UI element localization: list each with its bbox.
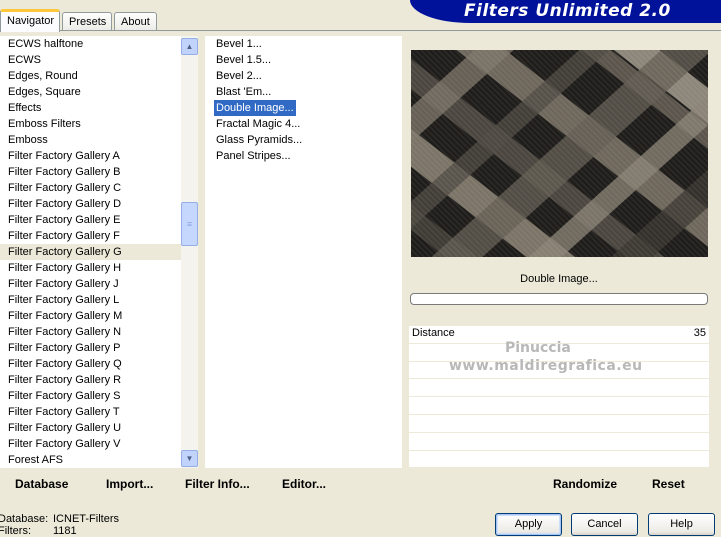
category-item[interactable]: Filter Factory Gallery Q bbox=[0, 356, 181, 372]
filter-item[interactable]: Panel Stripes... bbox=[214, 148, 293, 164]
category-item[interactable]: Filter Factory Gallery F bbox=[0, 228, 181, 244]
status-filters-label: Filters: bbox=[0, 525, 31, 537]
category-item[interactable]: Filter Factory Gallery A bbox=[0, 148, 181, 164]
category-item[interactable]: Emboss bbox=[0, 132, 181, 148]
category-item[interactable]: ECWS halftone bbox=[0, 36, 181, 52]
tab-presets[interactable]: Presets bbox=[62, 12, 112, 31]
filter-row: Glass Pyramids... bbox=[205, 132, 402, 148]
filter-item[interactable]: Bevel 1.5... bbox=[214, 52, 273, 68]
category-item[interactable]: Filter Factory Gallery B bbox=[0, 164, 181, 180]
category-item[interactable]: Forest AFS bbox=[0, 452, 181, 468]
watermark-name: Pinuccia bbox=[505, 340, 571, 356]
param-row-empty bbox=[409, 431, 709, 450]
category-list[interactable]: ECWS halftone ECWS Edges, Round Edges, Squa… bbox=[0, 36, 181, 468]
cancel-button[interactable]: Cancel bbox=[571, 513, 638, 536]
filter-item[interactable]: Glass Pyramids... bbox=[214, 132, 304, 148]
filter-row: Fractal Magic 4... bbox=[205, 116, 402, 132]
filter-item[interactable]: Bevel 1... bbox=[214, 36, 264, 52]
category-item[interactable]: Filter Factory Gallery S bbox=[0, 388, 181, 404]
category-item[interactable]: Filter Factory Gallery D bbox=[0, 196, 181, 212]
preview-pattern bbox=[411, 50, 708, 257]
progress-bar bbox=[410, 293, 708, 305]
category-item[interactable]: Filter Factory Gallery T bbox=[0, 404, 181, 420]
chevron-down-icon[interactable]: ▼ bbox=[181, 450, 198, 467]
filter-info-button[interactable]: Filter Info... bbox=[185, 477, 250, 491]
scrollbar-thumb[interactable]: ≡ bbox=[181, 202, 198, 246]
randomize-button[interactable]: Randomize bbox=[553, 477, 617, 491]
category-item[interactable]: Filter Factory Gallery L bbox=[0, 292, 181, 308]
filter-row: Bevel 1.5... bbox=[205, 52, 402, 68]
category-item[interactable]: Filter Factory Gallery N bbox=[0, 324, 181, 340]
watermark-url: www.maldiregrafica.eu bbox=[449, 358, 643, 374]
filter-row: Bevel 1... bbox=[205, 36, 402, 52]
status-filters-value: 1181 bbox=[53, 525, 77, 537]
apply-button[interactable]: Apply bbox=[495, 513, 562, 536]
tab-divider bbox=[0, 30, 721, 31]
category-item[interactable]: Filter Factory Gallery J bbox=[0, 276, 181, 292]
category-item[interactable]: Filter Factory Gallery M bbox=[0, 308, 181, 324]
category-item[interactable]: Filter Factory Gallery G bbox=[0, 244, 181, 260]
category-item[interactable]: Filter Factory Gallery U bbox=[0, 420, 181, 436]
category-item[interactable]: Filter Factory Gallery V bbox=[0, 436, 181, 452]
category-item[interactable]: Edges, Square bbox=[0, 84, 181, 100]
category-item[interactable]: Effects bbox=[0, 100, 181, 116]
tab-label: About bbox=[121, 16, 150, 28]
param-row-empty bbox=[409, 378, 709, 397]
app-title: Filters Unlimited 2.0 bbox=[464, 1, 671, 21]
category-scrollbar[interactable]: ▲ ≡ ▼ bbox=[181, 36, 198, 468]
category-item[interactable]: ECWS bbox=[0, 52, 181, 68]
filter-item[interactable]: Bevel 2... bbox=[214, 68, 264, 84]
reset-button[interactable]: Reset bbox=[652, 477, 685, 491]
help-button[interactable]: Help bbox=[648, 513, 715, 536]
param-label: Distance bbox=[412, 327, 455, 339]
param-row-empty bbox=[409, 396, 709, 414]
panel-separator bbox=[198, 36, 205, 468]
filter-row: Blast 'Em... bbox=[205, 84, 402, 100]
editor-button[interactable]: Editor... bbox=[282, 477, 326, 491]
category-item[interactable]: Emboss Filters bbox=[0, 116, 181, 132]
tab-about[interactable]: About bbox=[114, 12, 157, 31]
category-item[interactable]: Edges, Round bbox=[0, 68, 181, 84]
category-item[interactable]: Filter Factory Gallery R bbox=[0, 372, 181, 388]
status-database-value: ICNET-Filters bbox=[53, 513, 119, 525]
database-button[interactable]: Database bbox=[15, 477, 68, 491]
tab-navigator[interactable]: Navigator bbox=[0, 9, 60, 32]
chevron-up-icon[interactable]: ▲ bbox=[181, 38, 198, 55]
import-button[interactable]: Import... bbox=[106, 477, 153, 491]
filter-item[interactable]: Fractal Magic 4... bbox=[214, 116, 302, 132]
filter-item[interactable]: Double Image... bbox=[214, 100, 296, 116]
preview-image bbox=[411, 50, 708, 257]
category-item[interactable]: Filter Factory Gallery E bbox=[0, 212, 181, 228]
grip-icon: ≡ bbox=[186, 219, 193, 229]
filter-row: Double Image... bbox=[205, 100, 402, 116]
tab-strip: Navigator Presets About bbox=[0, 9, 410, 32]
tab-label: Navigator bbox=[7, 15, 55, 27]
category-item[interactable]: Filter Factory Gallery C bbox=[0, 180, 181, 196]
param-value[interactable]: 35 bbox=[694, 327, 706, 339]
category-item[interactable]: Filter Factory Gallery P bbox=[0, 340, 181, 356]
filter-row: Panel Stripes... bbox=[205, 148, 402, 164]
category-item[interactable]: Filter Factory Gallery H bbox=[0, 260, 181, 276]
param-row-empty bbox=[409, 413, 709, 432]
filter-item[interactable]: Blast 'Em... bbox=[214, 84, 273, 100]
param-row-empty bbox=[409, 449, 709, 468]
filter-row: Bevel 2... bbox=[205, 68, 402, 84]
status-database-label: Database: bbox=[0, 513, 49, 525]
tab-label: Presets bbox=[69, 16, 107, 28]
filter-list[interactable]: Bevel 1... Bevel 1.5... Bevel 2... Blast 'E… bbox=[205, 36, 402, 468]
preview-filter-name: Double Image... bbox=[520, 273, 598, 285]
